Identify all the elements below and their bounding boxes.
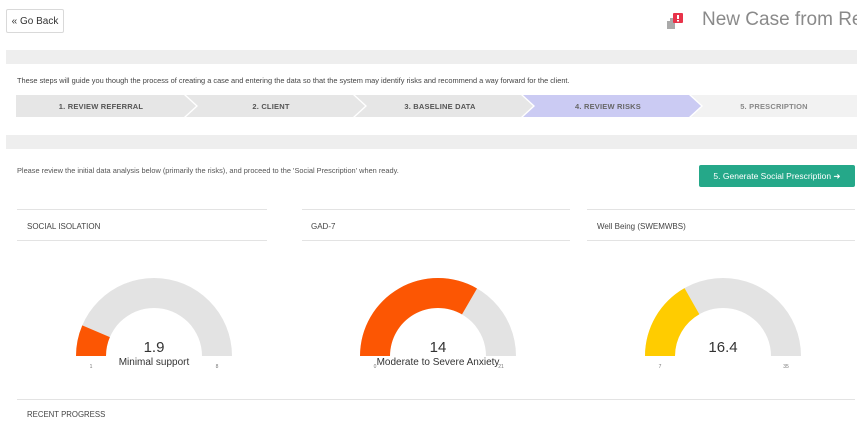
gauge-gad7: 14Moderate to Severe Anxiety0 21 bbox=[360, 278, 516, 370]
panel-title-wellbeing: Well Being (SWEMWBS) bbox=[597, 222, 686, 231]
panel-title-gad7: GAD-7 bbox=[311, 222, 336, 231]
page-title: New Case from Referral bbox=[702, 9, 857, 30]
section-divider bbox=[17, 399, 855, 400]
divider-band-2 bbox=[6, 135, 857, 149]
generate-prescription-button[interactable]: 5. Generate Social Prescription ➜ bbox=[699, 165, 855, 187]
gauge-value: 1.9 bbox=[144, 339, 165, 356]
gauge-description: Minimal support bbox=[119, 357, 190, 368]
gauge-wellbeing: 16.4 7 35 bbox=[645, 278, 801, 370]
alert-flag-icon bbox=[667, 13, 683, 29]
panel-top-line bbox=[587, 209, 855, 210]
gauge-max-label: 21 bbox=[498, 364, 504, 370]
gauge-social-isolation: 1.9Minimal support 1 8 bbox=[76, 278, 232, 370]
gauge-max-label: 35 bbox=[783, 364, 789, 370]
panel-title-social-isolation: SOCIAL ISOLATION bbox=[27, 222, 101, 231]
instruction-text: Please review the initial data analysis … bbox=[17, 166, 399, 175]
panel-top-line bbox=[17, 209, 267, 210]
panel-header-line bbox=[587, 240, 855, 241]
panel-top-line bbox=[302, 209, 570, 210]
step-review-referral[interactable]: 1. REVIEW REFERRAL bbox=[16, 95, 186, 117]
intro-text: These steps will guide you though the pr… bbox=[17, 76, 570, 85]
step-client[interactable]: 2. CLIENT bbox=[186, 95, 356, 117]
gauge-min-label: 1 bbox=[90, 364, 93, 370]
divider-band bbox=[6, 50, 857, 64]
step-baseline-data[interactable]: 3. BASELINE DATA bbox=[355, 95, 525, 117]
gauge-min-label: 0 bbox=[374, 364, 377, 370]
go-back-button[interactable]: « Go Back bbox=[6, 9, 64, 33]
recent-progress-title: RECENT PROGRESS bbox=[27, 410, 106, 419]
step-prescription[interactable]: 5. PRESCRIPTION bbox=[691, 95, 857, 117]
gauge-description: Moderate to Severe Anxiety bbox=[377, 357, 500, 368]
gauge-max-label: 8 bbox=[216, 364, 219, 370]
step-review-risks[interactable]: 4. REVIEW RISKS bbox=[523, 95, 693, 117]
gauge-value: 16.4 bbox=[708, 339, 737, 356]
panel-header-line bbox=[302, 240, 570, 241]
panel-header-line bbox=[17, 240, 267, 241]
gauge-value: 14 bbox=[430, 339, 447, 356]
gauge-min-label: 7 bbox=[659, 364, 662, 370]
gauge-fill bbox=[360, 278, 477, 356]
